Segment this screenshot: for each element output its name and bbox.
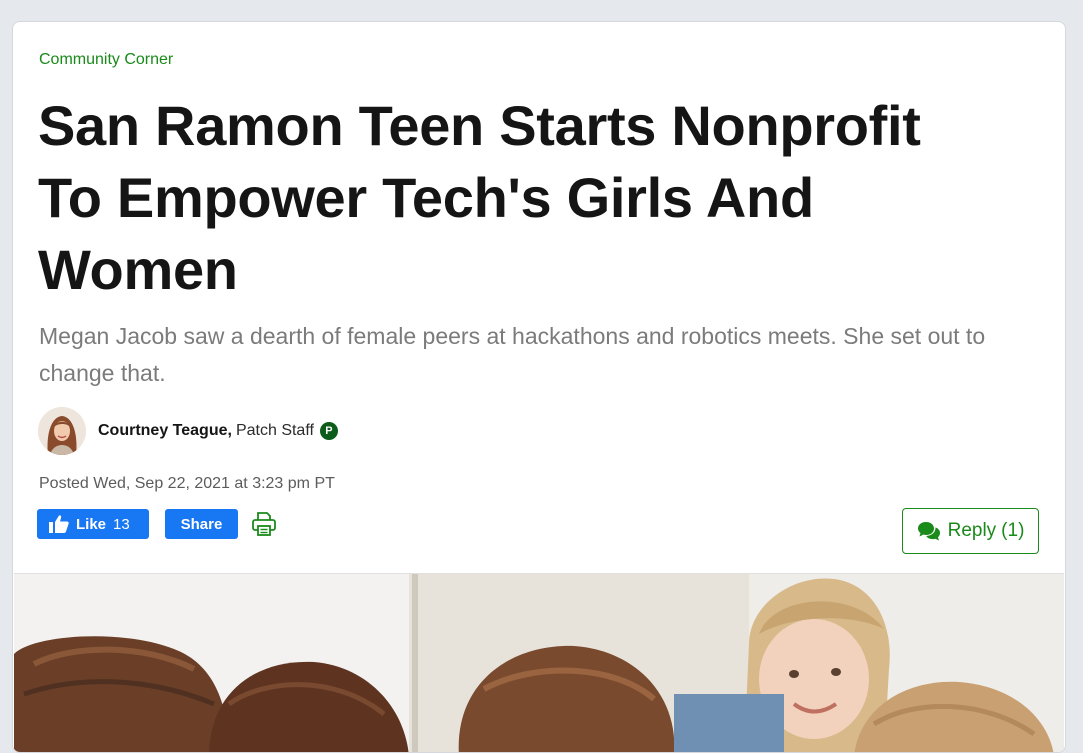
category-link[interactable]: Community Corner [39,51,173,69]
article-card: Community Corner San Ramon Teen Starts N… [12,21,1066,753]
share-button[interactable]: Share [165,509,238,539]
article-headline: San Ramon Teen Starts Nonprofit To Empow… [38,94,921,301]
post-date: Posted Wed, Sep 22, 2021 at 3:23 pm PT [39,475,335,492]
reply-label: Reply [947,520,997,541]
reply-count: (1) [1001,520,1025,541]
like-label: Like [76,515,107,533]
author-role: Patch Staff [235,422,314,439]
patch-badge-icon: P [319,422,338,440]
print-button[interactable] [252,511,276,537]
author-name[interactable]: Courtney Teague, [98,422,232,440]
article-actions: Like 13 Share [37,509,276,539]
reply-button[interactable]: Reply (1) [902,508,1039,554]
thumbs-up-icon [49,515,69,533]
byline: Courtney Teague, Patch Staff P [38,406,338,456]
like-button[interactable]: Like 13 [37,509,149,539]
author-avatar[interactable] [38,407,86,455]
like-count: 13 [113,515,130,533]
article-dek: Megan Jacob saw a dearth of female peers… [39,323,986,386]
hero-image[interactable] [14,573,1064,752]
comments-icon [917,522,940,541]
printer-icon [252,512,276,536]
children-photo [14,574,1064,752]
